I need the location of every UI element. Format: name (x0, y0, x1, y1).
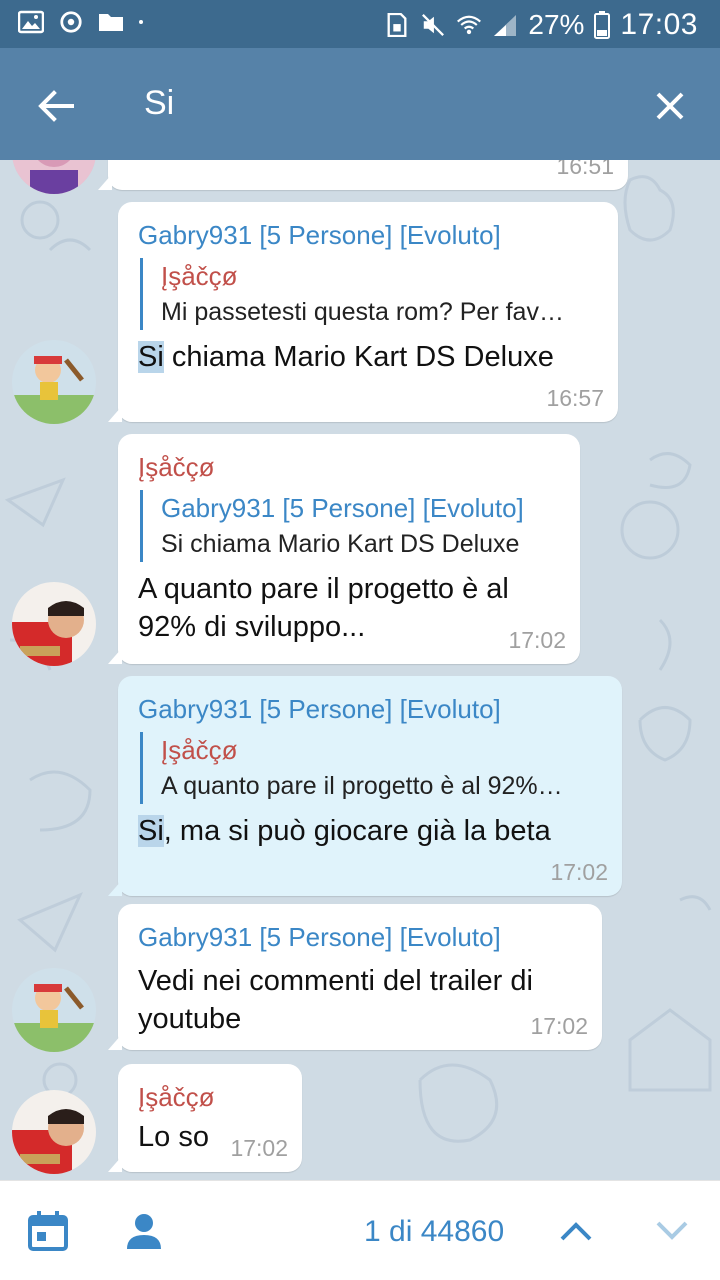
search-action-bar: Si (0, 48, 720, 160)
reply-text: Si chiama Mario Kart DS Deluxe (161, 530, 520, 558)
signal-icon (494, 15, 517, 36)
search-query[interactable]: Si (144, 84, 174, 123)
sender-name: Įşåčçø (138, 452, 215, 482)
status-right-icons: 27% 17:03 (384, 8, 698, 42)
message-text-rest: chiama Mario Kart DS Deluxe (163, 341, 554, 373)
message-bubble[interactable]: Gabry931 [5 Persone] [Evoluto] Vedi nei … (108, 904, 602, 1050)
bubble-tail (108, 1156, 122, 1172)
reply-quote[interactable]: Įşåčçø Mi passetesti questa rom? Per fav… (140, 258, 598, 330)
sim-icon (387, 13, 407, 37)
avatar[interactable] (12, 340, 96, 424)
message-text: Si chiama Mario Kart DS Deluxe (138, 338, 598, 376)
back-button[interactable] (28, 78, 84, 134)
clear-search-button[interactable] (642, 78, 698, 134)
search-match: Si (138, 815, 164, 847)
message-time: 16:57 (546, 385, 604, 411)
next-result-button[interactable] (654, 1213, 690, 1254)
sender-name: Įşåčçø (138, 1082, 215, 1112)
avatar[interactable] (12, 968, 96, 1052)
battery-percent: 27% (528, 9, 585, 40)
clock: 17:03 (620, 8, 698, 41)
message-time: 17:02 (230, 1135, 288, 1161)
message-bubble[interactable]: Įşåčçø Lo so 17:02 (108, 1064, 302, 1172)
user-icon (127, 1214, 161, 1249)
bubble-tail (108, 880, 122, 896)
calendar-icon (28, 1211, 68, 1251)
message-text: A quanto pare il progetto è al 92% di sv… (138, 573, 509, 643)
reply-sender: Gabry931 [5 Persone] [Evoluto] (161, 493, 524, 523)
message-time: 16:51 (556, 160, 614, 179)
wifi-icon (457, 15, 482, 35)
close-icon (656, 92, 684, 120)
arrow-left-icon (38, 90, 74, 122)
bubble-tail (108, 406, 122, 422)
status-bar: 27% 17:03 (0, 0, 720, 48)
reply-sender: Įşåčçø (161, 735, 238, 765)
avatar-photo (12, 340, 96, 424)
message-bubble[interactable]: Gabry931 [5 Persone] [Evoluto] Įşåčçø Mi… (108, 202, 618, 422)
message-time: 17:02 (508, 627, 566, 653)
chat-area[interactable]: 16:51 Gabry931 [5 Persone] [Evoluto] Įşå… (0, 160, 720, 1180)
search-match: Si (138, 341, 164, 373)
status-left-icons (18, 10, 144, 34)
avatar-photo (12, 968, 96, 1052)
message-bubble-highlighted[interactable]: Gabry931 [5 Persone] [Evoluto] Įşåčçø A … (108, 676, 622, 896)
message-text-rest: , ma si può giocare già la beta (163, 815, 551, 847)
search-result-counter: 1 di 44860 (364, 1215, 505, 1248)
avatar-photo (12, 582, 96, 666)
sender-name: Gabry931 [5 Persone] [Evoluto] (138, 220, 501, 250)
mute-icon (422, 14, 445, 36)
message-time: 17:02 (530, 1013, 588, 1039)
bubble-tail (108, 648, 122, 664)
avatar[interactable] (12, 1090, 96, 1174)
battery-icon (594, 11, 611, 39)
dot-icon (139, 20, 143, 24)
chevron-up-icon (560, 1222, 592, 1241)
message-bubble[interactable]: 16:51 (98, 160, 628, 190)
image-icon (18, 10, 44, 34)
sender-name: Gabry931 [5 Persone] [Evoluto] (138, 922, 501, 952)
reply-text: A quanto pare il progetto è al 92%… (161, 772, 563, 800)
avatar-photo (12, 1090, 96, 1174)
reply-text: Mi passetesti questa rom? Per fav… (161, 298, 564, 326)
jump-to-date-button[interactable] (28, 1211, 68, 1256)
previous-result-button[interactable] (558, 1213, 594, 1254)
search-navigation-bar: 1 di 44860 (0, 1180, 720, 1280)
message-text: Vedi nei commenti del trailer di youtube (138, 965, 533, 1035)
bubble-tail (108, 1034, 122, 1050)
chevron-down-icon (656, 1221, 688, 1240)
avatar[interactable] (12, 582, 96, 666)
sync-icon (60, 11, 82, 33)
bubble-tail (98, 174, 112, 190)
reply-sender: Įşåčçø (161, 261, 238, 291)
folder-icon (99, 14, 123, 31)
message-time: 17:02 (550, 859, 608, 885)
reply-quote[interactable]: Įşåčçø A quanto pare il progetto è al 92… (140, 732, 602, 804)
message-bubble[interactable]: Įşåčçø Gabry931 [5 Persone] [Evoluto] Si… (108, 434, 580, 664)
reply-quote[interactable]: Gabry931 [5 Persone] [Evoluto] Si chiama… (140, 490, 560, 562)
message-text: Si, ma si può giocare già la beta (138, 812, 602, 850)
sender-name: Gabry931 [5 Persone] [Evoluto] (138, 694, 501, 724)
search-by-user-button[interactable] (124, 1211, 164, 1256)
